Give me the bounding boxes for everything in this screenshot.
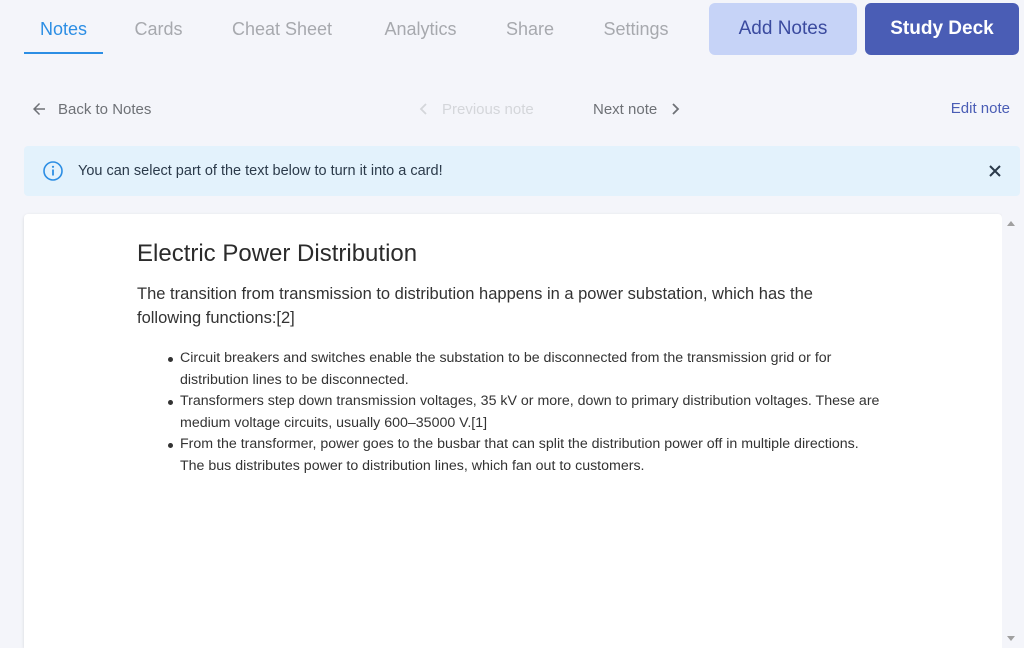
note-intro[interactable]: The transition from transmission to dist… — [137, 282, 877, 330]
info-banner: You can select part of the text below to… — [24, 146, 1020, 196]
note-title: Electric Power Distribution — [137, 240, 418, 267]
next-note-label: Next note — [593, 100, 658, 118]
next-note-link[interactable]: Next note — [593, 98, 681, 120]
note-navigation: Back to Notes Previous note Next note Ed… — [0, 90, 1024, 126]
scroll-up-arrow-icon[interactable] — [1007, 221, 1015, 226]
scrollbar[interactable] — [1002, 214, 1020, 648]
previous-note-label: Previous note — [442, 100, 534, 118]
previous-note-link[interactable]: Previous note — [418, 98, 534, 120]
tab-analytics[interactable]: Analytics — [368, 0, 473, 56]
back-to-notes-label: Back to Notes — [58, 100, 152, 118]
app-page: Notes Cards Cheat Sheet Analytics Share … — [0, 0, 1024, 648]
list-item[interactable]: From the transformer, power goes to the … — [168, 434, 880, 477]
edit-note-link[interactable]: Edit note — [951, 98, 1010, 120]
back-to-notes-link[interactable]: Back to Notes — [30, 98, 151, 120]
scroll-down-arrow-icon[interactable] — [1007, 636, 1015, 641]
add-notes-button[interactable]: Add Notes — [709, 3, 857, 55]
active-tab-indicator — [24, 52, 103, 54]
study-deck-button[interactable]: Study Deck — [865, 3, 1019, 55]
chevron-right-icon — [669, 102, 681, 116]
tab-cheat-sheet[interactable]: Cheat Sheet — [216, 0, 348, 56]
close-icon[interactable] — [984, 160, 1006, 182]
list-item[interactable]: Transformers step down transmission volt… — [168, 391, 880, 434]
top-navigation: Notes Cards Cheat Sheet Analytics Share … — [0, 0, 1024, 60]
info-icon — [42, 160, 64, 182]
note-bullet-list: Circuit breakers and switches enable the… — [168, 348, 880, 477]
arrow-left-icon — [30, 100, 48, 118]
banner-message: You can select part of the text below to… — [78, 163, 443, 179]
note-content[interactable]: Electric Power Distribution The transiti… — [24, 214, 1002, 648]
chevron-left-icon — [418, 102, 430, 116]
list-item[interactable]: Circuit breakers and switches enable the… — [168, 348, 880, 391]
tab-cards[interactable]: Cards — [122, 0, 195, 56]
tab-settings[interactable]: Settings — [588, 0, 684, 56]
tab-share[interactable]: Share — [494, 0, 566, 56]
tab-notes[interactable]: Notes — [24, 0, 103, 56]
